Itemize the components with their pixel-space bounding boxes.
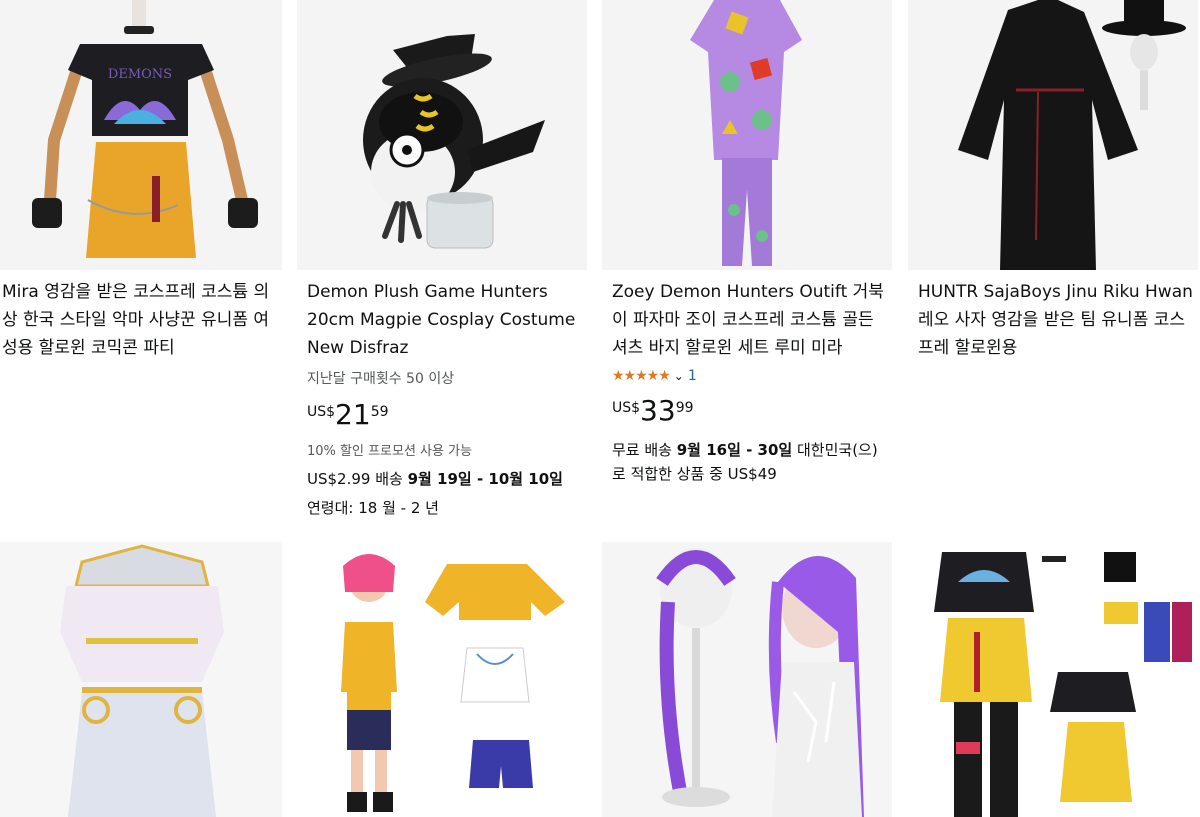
product-title[interactable]: HUNTR SajaBoys Jinu Riku Hwan 레오 사자 영감을 … bbox=[918, 278, 1193, 362]
product-image[interactable] bbox=[297, 542, 587, 817]
product-image[interactable]: DEMONS bbox=[0, 0, 282, 270]
product-card[interactable]: Demon Plush Game Hunters 20cm Magpie Cos… bbox=[297, 0, 587, 530]
product-info: HUNTR SajaBoys Jinu Riku Hwan 레오 사자 영감을 … bbox=[918, 278, 1193, 362]
product-info: Mira 영감을 받은 코스프레 코스튬 의상 한국 스타일 악마 사냥꾼 유니… bbox=[2, 278, 277, 362]
product-card[interactable] bbox=[0, 542, 282, 817]
product-image[interactable] bbox=[0, 542, 282, 817]
product-card[interactable] bbox=[602, 542, 892, 817]
shipping-info: US$2.99 배송 9월 19일 - 10월 10일 bbox=[307, 470, 563, 488]
product-card[interactable]: Zoey Demon Hunters Outift 거북이 파자마 조이 코스프… bbox=[602, 0, 892, 530]
rating[interactable]: ★★★★★ ⌄ 1 bbox=[612, 368, 887, 384]
star-rating-icon: ★★★★★ bbox=[612, 368, 671, 384]
product-title[interactable]: Zoey Demon Hunters Outift 거북이 파자마 조이 코스프… bbox=[612, 278, 887, 362]
product-card[interactable]: DEMONS Mira 영감을 받은 코스프레 코스튬 의상 한국 스타일 악마… bbox=[0, 0, 282, 530]
product-info: Zoey Demon Hunters Outift 거북이 파자마 조이 코스프… bbox=[612, 278, 887, 486]
age-range: 연령대: 18 월 - 2 년 bbox=[307, 499, 439, 517]
product-image[interactable] bbox=[602, 542, 892, 817]
shipping-info: 무료 배송 9월 16일 - 30일 대한민국(으)로 적합한 상품 중 US$… bbox=[612, 441, 878, 483]
product-image[interactable] bbox=[908, 0, 1198, 270]
rating-count[interactable]: 1 bbox=[688, 368, 697, 384]
product-price: US$ 21 59 bbox=[307, 398, 389, 431]
bought-count: 지난달 구매횟수 50 이상 bbox=[307, 371, 455, 387]
product-image[interactable] bbox=[297, 0, 587, 270]
promo-text: 10% 할인 프로모션 사용 가능 bbox=[307, 444, 473, 459]
product-title[interactable]: Mira 영감을 받은 코스프레 코스튬 의상 한국 스타일 악마 사냥꾼 유니… bbox=[2, 278, 277, 362]
product-price: US$ 33 99 bbox=[612, 394, 694, 427]
product-card[interactable] bbox=[297, 542, 587, 817]
product-info: Demon Plush Game Hunters 20cm Magpie Cos… bbox=[307, 278, 582, 518]
product-title[interactable]: Demon Plush Game Hunters 20cm Magpie Cos… bbox=[307, 278, 582, 362]
product-card[interactable] bbox=[908, 542, 1198, 817]
svg-text:DEMONS: DEMONS bbox=[108, 67, 172, 82]
product-card[interactable]: HUNTR SajaBoys Jinu Riku Hwan 레오 사자 영감을 … bbox=[908, 0, 1198, 530]
product-image[interactable] bbox=[908, 542, 1198, 817]
chevron-down-icon[interactable]: ⌄ bbox=[674, 369, 684, 383]
product-image[interactable] bbox=[602, 0, 892, 270]
